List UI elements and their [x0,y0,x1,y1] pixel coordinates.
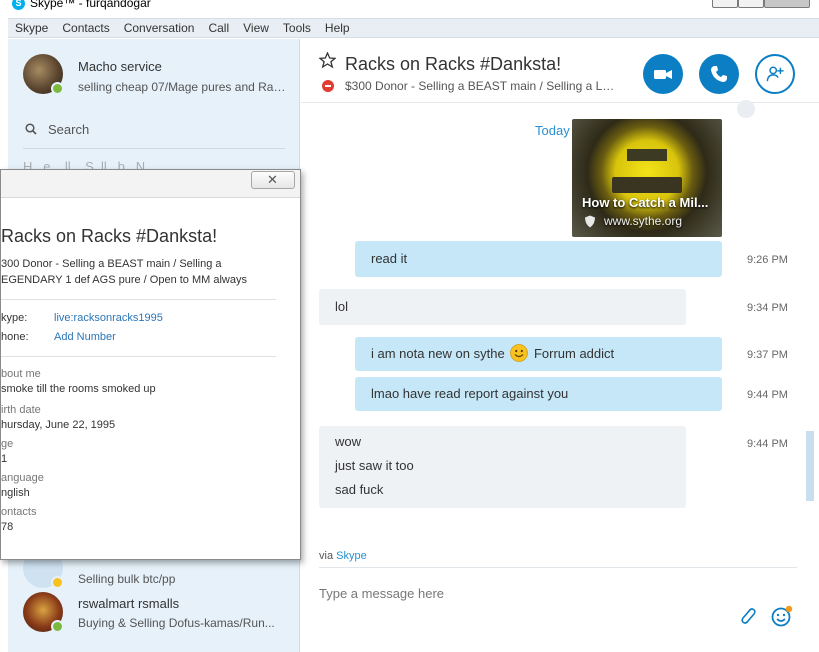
menu-call[interactable]: Call [201,21,236,35]
smile-emoticon-icon [510,344,529,362]
away-status-icon [51,576,64,589]
audio-call-button[interactable] [699,54,739,94]
search-icon [25,123,37,135]
conversation-header: Racks on Racks #Danksta! $300 Donor - Se… [301,39,819,103]
message-input[interactable]: Type a message here [319,586,444,601]
menu-skype[interactable]: Skype [8,21,55,35]
close-window-button[interactable] [764,0,810,8]
message-bubble-outgoing[interactable]: i am nota new on sythe Forrum addict [355,337,722,371]
globe-icon [737,100,755,118]
do-not-disturb-status-icon [322,80,334,92]
menu-contacts[interactable]: Contacts [55,21,116,35]
message-text: just saw it too [335,458,414,473]
via-skype-link[interactable]: Skype [336,550,367,562]
menu-view[interactable]: View [236,21,276,35]
video-camera-icon [654,70,672,79]
menu-help[interactable]: Help [318,21,357,35]
message-timestamp: 9:44 PM [747,438,788,450]
search-box[interactable]: Search [23,117,285,149]
popup-header: ✕ [1,170,300,198]
message-text: wow [335,434,362,449]
search-label: Search [48,122,90,137]
skype-id-link[interactable]: live:racksonracks1995 [54,312,163,324]
via-label: via Skype [319,550,367,562]
message-text: lmao have read report against you [371,386,569,401]
title-bar: S Skype™ - furqandogar [0,0,819,14]
message-bubble-incoming[interactable]: lol [319,289,686,325]
popup-close-button[interactable]: ✕ [251,171,295,189]
message-timestamp: 9:26 PM [747,254,788,266]
divider [319,567,797,568]
add-participant-button[interactable] [755,54,795,94]
message-bubble-incoming[interactable]: wow just saw it too sad fuck [319,426,686,508]
scrollbar-thumb[interactable] [806,431,814,501]
contact-mood: Selling bulk btc/pp [78,572,176,586]
window-title: Skype™ - furqandogar [30,0,151,10]
popup-contact-mood: 300 Donor - Selling a BEAST main / Selli… [1,256,271,288]
day-separator: Today [535,123,570,138]
phone-label: hone: [1,331,29,343]
link-preview-domain: www.sythe.org [604,214,683,228]
message-text: read it [371,251,408,266]
about-value: smoke till the rooms smoked up [1,383,156,395]
contact-profile-popup: ✕ Racks on Racks #Danksta! 300 Donor - S… [0,169,301,560]
minimize-button[interactable] [712,0,738,8]
link-preview-title: How to Catch a Mil... [582,195,709,210]
add-number-link[interactable]: Add Number [54,331,116,343]
close-icon: ✕ [267,172,278,187]
favorite-star-icon[interactable] [319,52,336,69]
menu-conversation[interactable]: Conversation [117,21,202,35]
message-line: i am nota new on sythe Forrum addict [371,342,706,366]
my-profile[interactable]: Macho service selling cheap 07/Mage pure… [23,52,293,100]
message-timestamp: 9:34 PM [747,302,788,314]
link-thumbnail-detail [612,177,682,193]
via-prefix: via [319,550,334,562]
phone-icon [711,66,727,82]
conversation-pane: Racks on Racks #Danksta! $300 Donor - Se… [301,39,819,652]
language-label: anguage [1,472,44,484]
add-contact-icon [766,66,784,82]
link-preview-card[interactable]: How to Catch a Mil... www.sythe.org [572,119,722,237]
message-timestamp: 9:44 PM [747,389,788,401]
contacts-count-label: ontacts [1,506,37,518]
about-label: bout me [1,368,41,380]
message-text: i am nota new on sythe [371,346,505,361]
birth-date-label: irth date [1,404,41,416]
maximize-button[interactable] [738,0,764,8]
message-text: sad fuck [335,482,384,497]
paperclip-icon[interactable] [737,606,757,626]
divider [1,356,276,357]
message-text: Forrum addict [533,346,615,361]
emoticon-picker-icon[interactable] [771,605,793,627]
profile-name: Macho service [78,59,162,74]
age-label: ge [1,438,14,450]
video-call-button[interactable] [643,54,683,94]
divider [1,299,276,300]
conversation-mood: $300 Donor - Selling a BEAST main / Sell… [345,79,615,93]
online-status-icon [51,620,64,633]
conversation-title: Racks on Racks #Danksta! [345,54,562,74]
skype-logo-icon: S [12,0,25,10]
online-status-icon [51,82,64,95]
message-timestamp: 9:37 PM [747,349,788,361]
contact-name: rswalmart rsmalls [78,596,180,611]
popup-mood-line: EGENDARY 1 def AGS pure / Open to MM alw… [1,274,247,286]
message-text: lol [335,299,349,314]
menu-bar: Skype Contacts Conversation Call View To… [8,18,819,38]
age-value: 1 [1,453,8,465]
birth-date-value: hursday, June 22, 1995 [1,419,116,431]
menu-tools[interactable]: Tools [276,21,318,35]
link-thumbnail-detail [627,149,667,161]
contact-mood: Buying & Selling Dofus-kamas/Run... [78,616,275,630]
popup-mood-line: 300 Donor - Selling a BEAST main / Selli… [1,258,222,270]
skype-id-label: kype: [1,312,28,324]
profile-mood: selling cheap 07/Mage pures and Ran... [78,80,288,94]
language-value: nglish [1,487,30,499]
message-bubble-outgoing[interactable]: lmao have read report against you [355,377,722,411]
popup-contact-name: Racks on Racks #Danksta! [1,226,218,246]
contacts-count-value: 78 [1,521,14,533]
shield-icon [585,215,595,228]
message-bubble-outgoing[interactable]: read it [355,241,722,277]
contact-item[interactable]: rswalmart rsmalls Buying & Selling Dofus… [23,592,293,640]
